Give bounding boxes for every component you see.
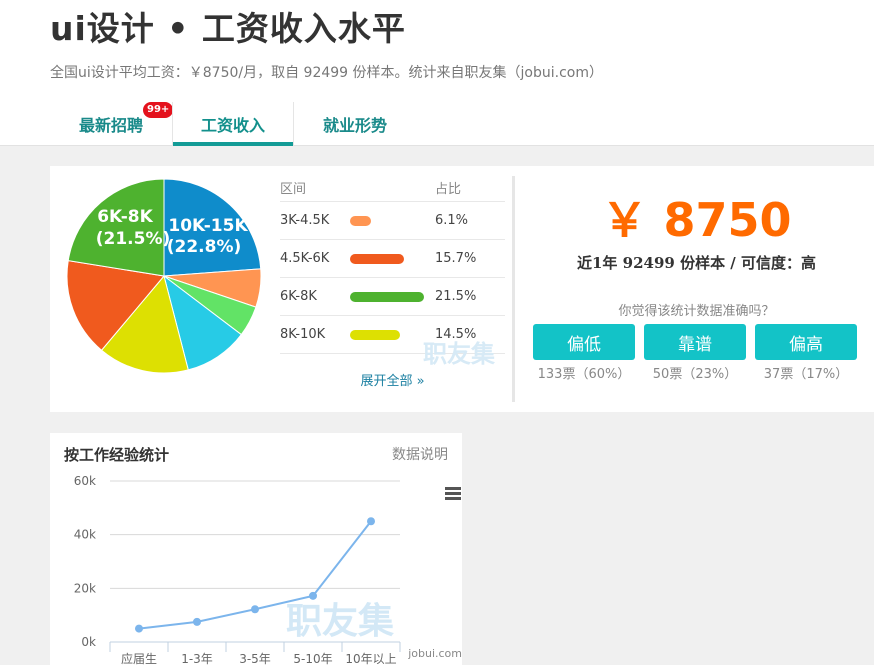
range-label: 3K-4.5K [280,213,330,228]
distribution-row: 4.5K-6K 15.7% [280,240,505,278]
menu-icon-bar [445,487,461,490]
vote-fair-count: 50票（23%） [652,367,738,382]
data-notes-link[interactable]: 数据说明 [392,444,448,464]
menu-icon-bar [445,492,461,495]
vote-high-count: 37票（17%） [763,367,849,382]
average-salary: ￥ 8750 [601,193,792,247]
pie-slice[interactable] [67,178,165,277]
pie-data-label: (22.8%) [167,237,242,257]
tab-label: 最新招聘 [78,116,143,135]
distribution-table-header: 区间 占比 [280,174,505,202]
tab-label: 就业形势 [322,116,387,135]
x-tick-label: 3-5年 [239,652,271,665]
sample-info: 近1年 92499 份样本 / 可信度：高 [577,254,816,272]
ratio-bar [350,329,400,340]
data-point [193,617,201,626]
chart-credit: jobui.com [407,647,462,660]
pie-data-label: 10K-15K [168,216,248,236]
hamburger-menu-icon[interactable] [445,487,461,500]
vote-low: 偏低 133票（60%） [533,324,635,382]
range-label: 8K-10K [280,327,326,342]
vote-low-button[interactable]: 偏低 [533,324,635,360]
menu-icon-bar [445,497,461,500]
ratio-value: 15.7% [435,251,477,266]
data-point [309,591,317,600]
data-point [251,605,259,614]
tab-bar: 最新招聘 99+ 工资收入 就业形势 [50,102,416,146]
data-point [367,517,375,526]
ratio-value: 21.5% [435,289,477,304]
y-tick-label: 20k [74,581,96,595]
divider [512,176,515,402]
page-subtitle: 全国ui设计平均工资：￥8750/月，取自 92499 份样本。统计来自职友集（… [50,65,603,81]
vote-high-button[interactable]: 偏高 [755,324,857,360]
pie-data-label: 6K-8K [97,207,153,227]
vote-fair-button[interactable]: 靠谱 [644,324,746,360]
chart-watermark: 职友集 [286,601,394,642]
vote-group: 偏低 133票（60%） 靠谱 50票（23%） 偏高 37票（17%） [533,324,857,382]
page-header: ui设计 • 工资收入水平 全国ui设计平均工资：￥8750/月，取自 9249… [0,0,874,146]
x-tick-label: 5-10年 [293,652,332,665]
y-tick-label: 40k [74,528,96,542]
distribution-row: 6K-8K 21.5% [280,278,505,316]
range-label: 4.5K-6K [280,251,330,266]
ratio-bar-track [350,253,435,264]
ratio-bar [350,215,371,226]
watermark: 职友集 [423,340,495,368]
ratio-bar-track [350,215,435,226]
vote-fair: 靠谱 50票（23%） [644,324,746,382]
new-count-badge: 99+ [143,102,174,118]
range-label: 6K-8K [280,289,317,304]
expand-all-link[interactable]: 展开全部 » [280,370,505,389]
vote-low-count: 133票（60%） [537,367,631,382]
distribution-row: 3K-4.5K 6.1% [280,202,505,240]
accuracy-question: 你觉得该统计数据准确吗？ [618,304,775,319]
ratio-bar [350,291,424,302]
experience-line-chart: 0k 20k 40k 60k 应届生 1-3年 3-5年 5-10年 10年以上 职友集 jobui… [74,474,462,665]
tab-label: 工资收入 [200,116,265,135]
y-tick-label: 60k [74,474,96,488]
column-header-range: 区间 [280,182,307,197]
page-title: ui设计 • 工资收入水平 [50,9,406,48]
salary-pie-chart: 10K-15K(22.8%) 6K-8K(21.5%) [67,178,262,374]
ratio-bar-track [350,291,435,302]
x-tick-label: 10年以上 [345,652,396,665]
x-tick-label: 应届生 [121,651,157,665]
ratio-bar [350,253,405,264]
ratio-value: 6.1% [435,213,469,228]
experience-card: 0k 20k 40k 60k 应届生 1-3年 3-5年 5-10年 10年以上 职友集 jobui… [50,433,462,665]
tab-salary[interactable]: 工资收入 [172,102,294,146]
pie-data-label: (21.5%) [96,229,171,249]
salary-distribution-card: 10K-15K (22.8%) 6K-8K (21.5%) 区间 占比 3K-4.5K… [50,166,874,412]
tab-latest-jobs[interactable]: 最新招聘 99+ [50,102,174,146]
x-tick-label: 1-3年 [181,652,213,665]
column-header-ratio: 占比 [435,182,462,197]
experience-chart-title: 按工作经验统计 [64,446,170,464]
data-point [135,624,143,633]
vote-high: 偏高 37票（17%） [755,324,857,382]
y-tick-label: 0k [81,635,96,649]
empty-area [462,412,874,665]
tab-employment[interactable]: 就业形势 [294,102,416,146]
